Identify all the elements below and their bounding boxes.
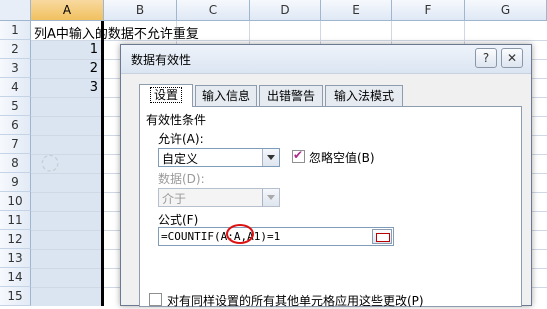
data-validation-dialog: 数据有效性 ? ✕ 设置 输入信息 出错警告 输入法模式 有效性条件 允许(A)… <box>120 44 532 309</box>
column-header-f[interactable]: F <box>392 0 465 21</box>
row-header-6[interactable]: 6 <box>0 116 31 135</box>
column-header-b[interactable]: B <box>104 0 177 21</box>
allow-label: 允许(A): <box>158 132 204 146</box>
allow-dropdown-value: 自定义 <box>162 152 199 166</box>
close-button[interactable]: ✕ <box>501 48 523 68</box>
column-header-c[interactable]: C <box>177 0 250 21</box>
row-header-2[interactable]: 2 <box>0 40 31 59</box>
row-header-1[interactable]: 1 <box>0 21 31 40</box>
data-dropdown-value: 介于 <box>162 192 187 206</box>
dialog-titlebar[interactable]: 数据有效性 ? ✕ <box>121 45 531 74</box>
row-header-7[interactable]: 7 <box>0 135 31 154</box>
cell-a3[interactable]: 2 <box>32 61 98 76</box>
data-label: 数据(D): <box>158 172 205 186</box>
ignore-blank-checkbox[interactable] <box>292 148 305 163</box>
ignore-blank-label[interactable]: 忽略空值(B) <box>309 149 375 166</box>
group-label: 有效性条件 <box>146 113 207 127</box>
tab-error-alert[interactable]: 出错警告 <box>259 85 323 106</box>
cell-a4[interactable]: 3 <box>32 80 98 95</box>
row-header-10[interactable]: 10 <box>0 192 31 211</box>
row-header-8[interactable]: 8 <box>0 154 31 173</box>
row-header-12[interactable]: 12 <box>0 230 31 249</box>
row-header-15[interactable]: 15 <box>0 287 31 306</box>
column-header-g[interactable]: G <box>465 0 547 21</box>
row-header-9[interactable]: 9 <box>0 173 31 192</box>
column-header-d[interactable]: D <box>250 0 321 21</box>
formula-input[interactable]: =COUNTIF(A:A,A1)=1 <box>158 227 394 246</box>
row-header-11[interactable]: 11 <box>0 211 31 230</box>
formula-value: =COUNTIF(A:A,A1)=1 <box>161 230 281 243</box>
data-dropdown[interactable]: 介于 <box>158 188 280 207</box>
apply-all-checkbox[interactable] <box>149 293 162 306</box>
row-header-13[interactable]: 13 <box>0 249 31 268</box>
settings-panel: 有效性条件 允许(A): 自定义 忽略空值(B) 数据(D): 介于 公式(F)… <box>139 106 522 309</box>
tab-input-message[interactable]: 输入信息 <box>195 85 257 106</box>
row-header-5[interactable]: 5 <box>0 97 31 116</box>
row-header-4[interactable]: 4 <box>0 78 31 97</box>
highlight-circle <box>226 224 254 244</box>
selection-border <box>101 21 104 306</box>
formula-label: 公式(F) <box>158 213 199 227</box>
chevron-down-icon[interactable] <box>262 189 279 206</box>
column-header-e[interactable]: E <box>321 0 392 21</box>
apply-all-label[interactable]: 对有同样设置的所有其他单元格应用这些更改(P) <box>167 292 424 309</box>
range-select-icon[interactable] <box>372 229 392 244</box>
tab-ime-mode[interactable]: 输入法模式 <box>325 85 403 106</box>
dialog-title: 数据有效性 <box>131 53 192 67</box>
row-header-14[interactable]: 14 <box>0 268 31 287</box>
cell-a1[interactable]: 列A中输入的数据不允许重复 <box>34 23 199 42</box>
cell-a2[interactable]: 1 <box>32 42 98 57</box>
select-all-corner[interactable] <box>0 0 31 21</box>
chevron-down-icon[interactable] <box>262 149 279 166</box>
help-button[interactable]: ? <box>475 48 497 68</box>
column-header-a[interactable]: A <box>31 0 104 21</box>
row-header-3[interactable]: 3 <box>0 59 31 78</box>
allow-dropdown[interactable]: 自定义 <box>158 148 280 167</box>
tab-settings[interactable]: 设置 <box>139 84 193 107</box>
